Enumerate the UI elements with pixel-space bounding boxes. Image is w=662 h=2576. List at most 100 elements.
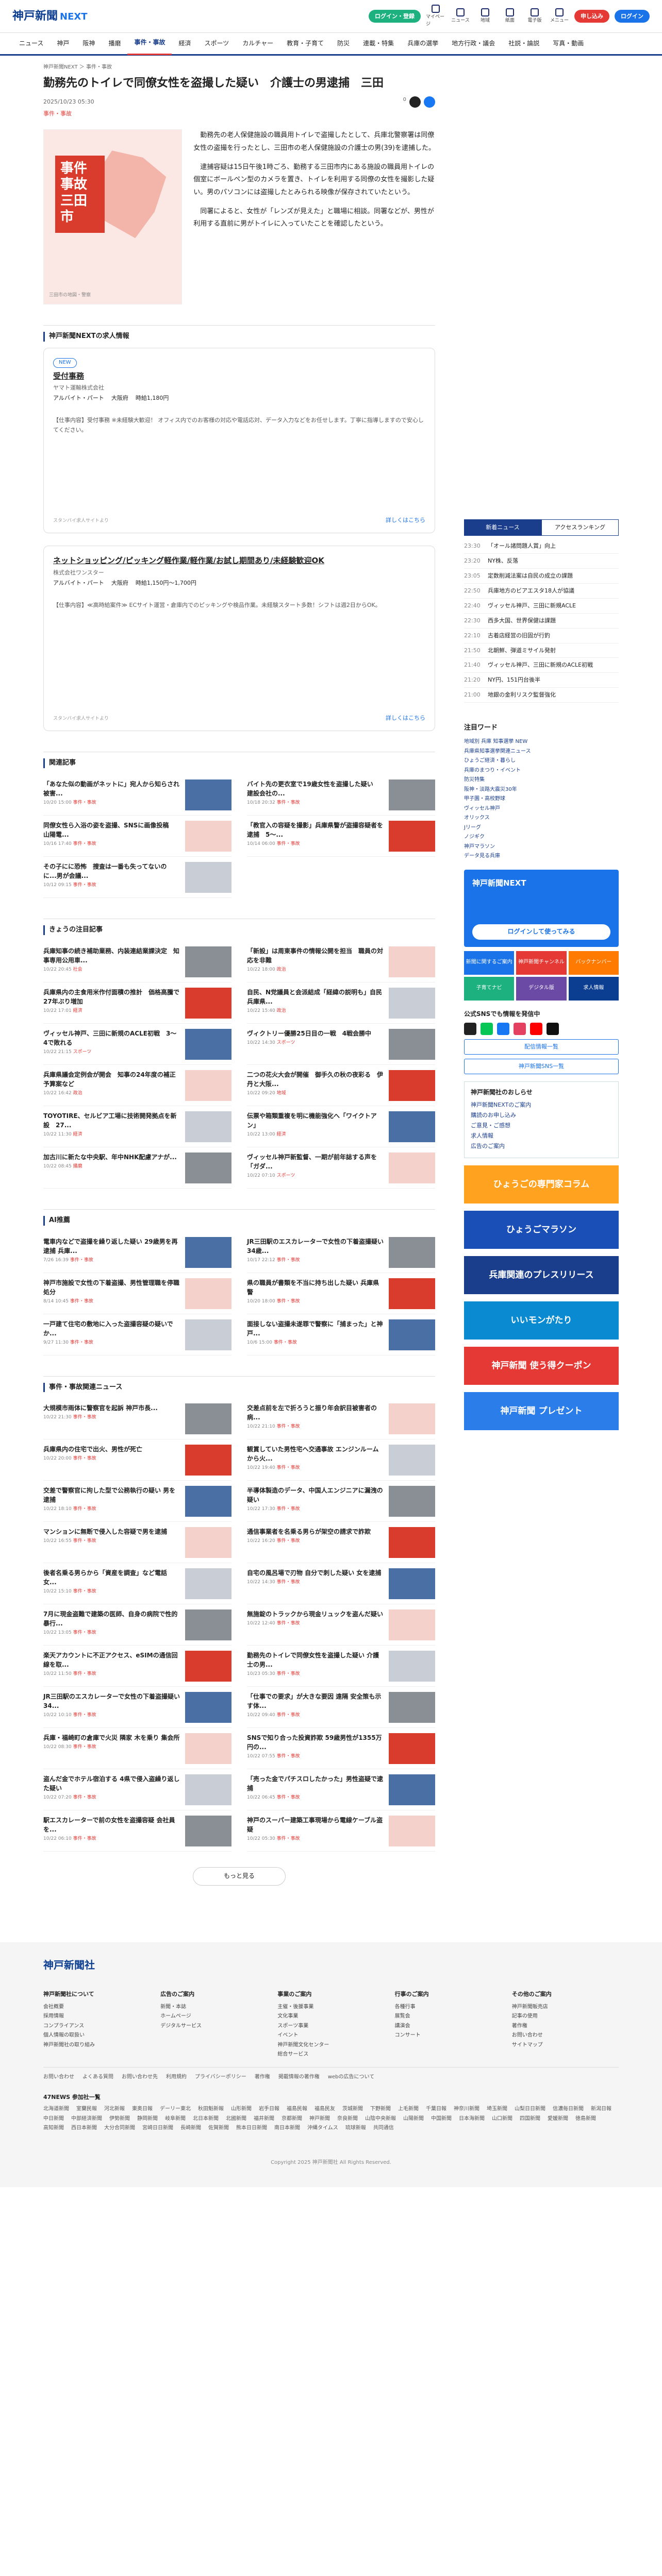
notice-link[interactable]: 購読のお申し込み [471, 1110, 612, 1121]
partner-link[interactable]: 岩手日報 [259, 2106, 279, 2113]
news-title[interactable]: 古着店経営の旧固が行釣 [488, 632, 550, 640]
item-headline[interactable]: 同僚女性ら入浴の姿を盗撮、SNSに画像投稿 山陽電... [43, 822, 175, 838]
item-headline[interactable]: 兵庫・福崎町の倉庫で火災 隣家 木を乗り 集会所 [43, 1734, 180, 1741]
list-item[interactable]: 面接しない盗撮未遂罪で警察に「捕まった」と神戸... 10/6 15:00 事件・… [247, 1314, 435, 1355]
partner-link[interactable]: 河北新報 [104, 2106, 125, 2113]
item-category[interactable]: スポーツ [73, 1049, 92, 1055]
item-category[interactable]: 事件・事故 [73, 1795, 96, 1800]
footer-logo[interactable]: 神戸新聞社 [43, 1958, 619, 1983]
partner-link[interactable]: 佐賀新聞 [208, 2125, 229, 2132]
item-category[interactable]: 事件・事故 [277, 1671, 300, 1676]
list-item[interactable]: マンションに無断で侵入した容疑で男を逮捕 10/22 16:55 事件・事故 [43, 1522, 231, 1564]
news-title[interactable]: 兵庫地方のビアエスタ18人が協議 [488, 587, 574, 595]
partner-link[interactable]: 徳島新聞 [575, 2115, 596, 2123]
nav-item[interactable]: カルチャー [236, 32, 280, 55]
partner-link[interactable]: 千葉日報 [426, 2106, 446, 2113]
item-category[interactable]: 事件・事故 [73, 1589, 96, 1594]
job-title[interactable]: 受付事務 [53, 371, 425, 382]
item-headline[interactable]: 大規模市雨体に警察官を起訴 神戸市長... [43, 1404, 158, 1412]
item-thumbnail[interactable] [185, 1070, 231, 1101]
footer-link[interactable]: サイトマップ [512, 2041, 619, 2050]
footer-bar-link[interactable]: プライバシーポリシー [195, 2074, 246, 2081]
partner-link[interactable]: 沖縄タイムス [307, 2125, 338, 2132]
partner-link[interactable]: 山陽新聞 [403, 2115, 424, 2123]
list-item[interactable]: ヴィクトリー優勝25日目の一戦 4戦会勝中 10/22 14:30 スポーツ [247, 1024, 435, 1065]
promo-banner[interactable]: ひょうごの専門家コラム [464, 1165, 619, 1204]
footer-link[interactable]: 主催・後援事業 [277, 2003, 384, 2012]
nav-item[interactable]: 連載・特集 [356, 32, 401, 55]
item-thumbnail[interactable] [185, 861, 231, 893]
nav-item[interactable]: 教育・子育て [280, 32, 330, 55]
news-list-item[interactable]: 22:10 古着店経営の旧固が行釣 [464, 629, 619, 643]
item-thumbnail[interactable] [389, 1403, 435, 1435]
list-item[interactable]: 神戸市施設で女性の下着盗撮、男性管理職を停職処分 8/14 10:45 事件・事故 [43, 1273, 231, 1314]
partner-link[interactable]: 四国新聞 [520, 2115, 540, 2123]
item-category[interactable]: 事件・事故 [277, 1621, 300, 1626]
item-thumbnail[interactable] [185, 1692, 231, 1723]
digital-icon[interactable]: 電子版 [525, 8, 544, 24]
item-headline[interactable]: 加古川に新たな中央駅、年中NHK配慮アナが... [43, 1154, 177, 1161]
list-item[interactable]: 兵庫知事の続き補助業務、内装連結業課決定 知事専用公用車... 10/22 20:… [43, 941, 231, 982]
item-thumbnail[interactable] [185, 987, 231, 1019]
list-item[interactable]: 半導体製造のデータ、中国人エンジニアに漏洩の疑い 10/22 17:30 事件・事… [247, 1481, 435, 1522]
tiktok-icon[interactable] [547, 1022, 559, 1035]
partner-link[interactable]: 新潟日報 [591, 2106, 611, 2113]
list-item[interactable]: 加古川に新たな中央駅、年中NHK配慮アナが... 10/22 08:45 播磨 [43, 1147, 231, 1189]
item-category[interactable]: 事件・事故 [73, 883, 96, 888]
promo-banner[interactable]: 神戸新聞 使う得クーポン [464, 1346, 619, 1385]
keyword-link[interactable]: オリックス [464, 814, 619, 823]
item-headline[interactable]: ヴィッセル神戸、三田に新規のACLE初戦 3〜4で敗れる [43, 1030, 176, 1046]
item-thumbnail[interactable] [389, 1070, 435, 1101]
nav-item[interactable]: 写真・動画 [546, 32, 590, 55]
item-headline[interactable]: 交差で警察官に拘した型で公務執行の疑い 男を逮捕 [43, 1487, 175, 1503]
item-category[interactable]: 事件・事故 [277, 1538, 300, 1544]
item-category[interactable]: 事件・事故 [73, 1506, 96, 1512]
nav-item[interactable]: 兵庫の選挙 [401, 32, 445, 55]
nav-item[interactable]: 防災 [330, 32, 356, 55]
item-headline[interactable]: 「新設」は周東事件の情報公開を担当 職員の対応を非難 [247, 947, 383, 964]
partner-link[interactable]: 伊勢新聞 [109, 2115, 130, 2123]
item-thumbnail[interactable] [185, 1152, 231, 1183]
service-tile[interactable]: バックナンバー [568, 951, 619, 975]
list-item[interactable]: 兵庫県内の住宅で出火、男性が死亡 10/22 20:00 事件・事故 [43, 1439, 231, 1481]
item-headline[interactable]: バイト先の更衣室で19歳女性を盗撮した疑い 建設会社の... [247, 781, 379, 797]
item-category[interactable]: 事件・事故 [277, 841, 300, 846]
item-headline[interactable]: 自民、N党議員と会派結成「経緯の説明も」自民兵庫県... [247, 989, 382, 1005]
partner-link[interactable]: 中部経済新聞 [71, 2115, 102, 2123]
footer-bar-link[interactable]: webの広告について [328, 2074, 374, 2081]
item-thumbnail[interactable] [185, 1733, 231, 1765]
item-thumbnail[interactable] [185, 1445, 231, 1476]
job-more-link[interactable]: 詳しくはこちら [386, 714, 425, 722]
list-item[interactable]: 「教官入の容疑を撮影」兵庫県警が盗撮容疑者を逮捕 5〜... 10/14 06:0… [247, 816, 435, 857]
news-list-item[interactable]: 21:20 NY円、151円台後半 [464, 673, 619, 688]
partner-link[interactable]: 大分合同新聞 [104, 2125, 135, 2132]
mypage-icon[interactable]: マイページ [426, 5, 445, 27]
list-item[interactable]: 勤務先のトイレで同僚女性を盗撮した疑い 介護士の男... 10/23 05:30 … [247, 1646, 435, 1687]
item-category[interactable]: スポーツ [277, 1040, 295, 1045]
footer-link[interactable]: コンプライアンス [43, 2022, 150, 2031]
list-item[interactable]: 兵庫県内の主食用米作付面積の推計 価格高騰で27年ぶり増加 10/22 17:01… [43, 982, 231, 1024]
item-category[interactable]: 事件・事故 [73, 1415, 96, 1420]
service-tile[interactable]: デジタル版 [516, 976, 567, 1001]
item-category[interactable]: 事件・事故 [73, 1538, 96, 1544]
item-headline[interactable]: 「あなた似の動画がネットに」宛人から知らされ被害... [43, 781, 179, 797]
item-headline[interactable]: 通信事業者を名乗る男らが架空の請求で詐欺 [247, 1528, 371, 1535]
footer-link[interactable]: デジタルサービス [160, 2022, 267, 2031]
item-headline[interactable]: 盗んだ金でホテル宿泊する 4県で侵入盗繰り返した疑い [43, 1775, 180, 1792]
item-headline[interactable]: 一戸建て住宅の敷地に入った盗撮容疑の疑いでか... [43, 1320, 173, 1337]
item-thumbnail[interactable] [185, 1111, 231, 1142]
register-button[interactable]: ログイン・登録 [369, 9, 421, 23]
list-item[interactable]: 通信事業者を名乗る男らが架空の請求で詐欺 10/22 16:20 事件・事故 [247, 1522, 435, 1564]
footer-bar-link[interactable]: お問い合わせ先 [122, 2074, 158, 2081]
footer-link[interactable]: ホームページ [160, 2012, 267, 2022]
partner-link[interactable]: 山形新聞 [231, 2106, 252, 2113]
footer-bar-link[interactable]: 利用規約 [166, 2074, 187, 2081]
item-headline[interactable]: マンションに無断で侵入した容疑で男を逮捕 [43, 1528, 167, 1535]
partner-link[interactable]: 南日本新聞 [274, 2125, 300, 2132]
item-category[interactable]: 経済 [277, 1132, 286, 1137]
item-headline[interactable]: 楽天アカウントに不正アクセス、eSIMの通信回線を取... [43, 1652, 178, 1668]
item-thumbnail[interactable] [389, 1527, 435, 1558]
footer-link[interactable]: コンサート [395, 2031, 502, 2041]
keyword-link[interactable]: ひょうご経済・暮らし [464, 756, 619, 766]
service-tile[interactable]: 求人情報 [568, 976, 619, 1001]
